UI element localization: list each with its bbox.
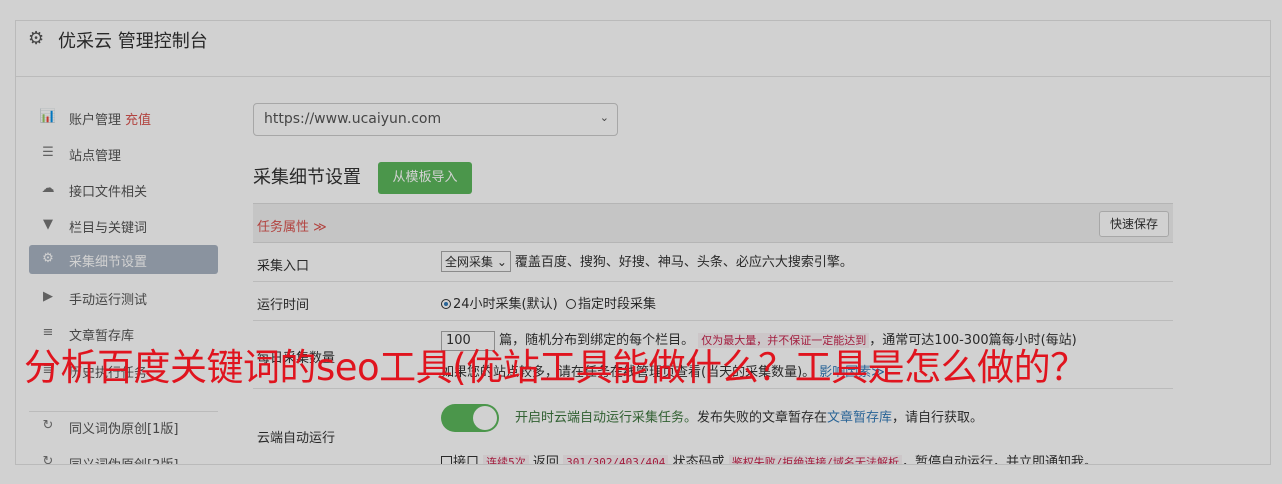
headline-caption: 分析百度关键词的seo工具(优站工具能做什么？工具是怎么做的？ bbox=[24, 346, 1087, 389]
dim-overlay bbox=[0, 0, 1282, 484]
console-screen: ⚙ 优采云 管理控制台 📊 账户管理 充值 ☰ 站点管理 ☁ 接口文件相关 ▼ 栏… bbox=[0, 0, 1282, 484]
